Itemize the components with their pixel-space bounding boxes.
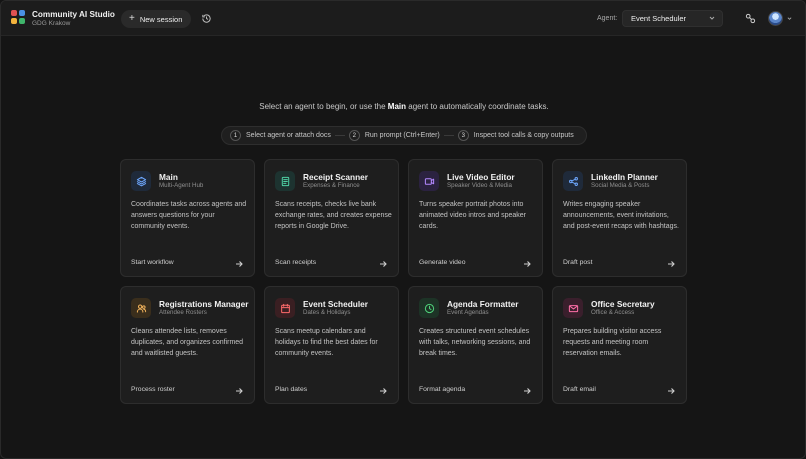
card-subtitle: Social Media & Posts <box>591 182 650 189</box>
app-title: Community AI Studio <box>32 10 115 19</box>
chevron-down-icon[interactable] <box>787 16 792 21</box>
card-action-label[interactable]: Scan receipts <box>275 259 316 266</box>
top-bar: Community AI Studio GDG Krakow + New ses… <box>1 1 805 36</box>
agent-card-main[interactable]: Main Multi-Agent Hub Coordinates tasks acr… <box>120 159 255 277</box>
card-title: Registrations Manager <box>159 299 249 309</box>
agent-select[interactable]: Event Scheduler <box>622 10 723 27</box>
step-divider <box>443 135 454 136</box>
card-action-label[interactable]: Start workflow <box>131 259 174 266</box>
agent-card-linkedin-planner[interactable]: LinkedIn Planner Social Media & Posts Writ… <box>552 159 687 277</box>
step-label: Select agent or attach docs <box>246 132 331 139</box>
step-divider <box>334 135 345 136</box>
step-number: 3 <box>457 130 469 141</box>
step-1: 1 Select agent or attach docs <box>230 130 331 141</box>
arrow-right-icon[interactable] <box>667 387 675 395</box>
card-title: Agenda Formatter <box>447 299 519 309</box>
steps-bar: 1 Select agent or attach docs 2 Run prom… <box>221 126 587 145</box>
users-icon <box>131 298 151 318</box>
card-action-label[interactable]: Draft post <box>563 259 592 266</box>
arrow-right-icon[interactable] <box>235 387 243 395</box>
card-description: Coordinates tasks across agents and answ… <box>131 201 247 230</box>
new-session-label: New session <box>139 14 183 24</box>
agent-card-event-scheduler[interactable]: Event Scheduler Dates & Holidays Scans mee… <box>264 286 399 404</box>
new-session-button[interactable]: + New session <box>121 10 192 28</box>
card-action-label[interactable]: Process roster <box>131 386 175 393</box>
clock-icon <box>419 298 439 318</box>
card-subtitle: Dates & Holidays <box>303 309 351 316</box>
card-action-label[interactable]: Format agenda <box>419 386 465 393</box>
share-icon <box>563 171 583 191</box>
card-action-label[interactable]: Plan dates <box>275 386 307 393</box>
layers-icon <box>131 171 151 191</box>
step-3: 3 Inspect tool calls & copy outputs <box>457 130 574 141</box>
intro-text: Select an agent to begin, or use the Mai… <box>1 102 805 111</box>
card-title: Office Secretary <box>591 299 655 309</box>
arrow-right-icon[interactable] <box>379 260 387 268</box>
card-title: Receipt Scanner <box>303 172 369 182</box>
card-subtitle: Multi-Agent Hub <box>159 182 204 189</box>
agent-label: Agent: <box>597 15 618 22</box>
card-action-label[interactable]: Draft email <box>563 386 596 393</box>
step-number: 2 <box>348 130 360 141</box>
arrow-right-icon[interactable] <box>523 387 531 395</box>
arrow-right-icon[interactable] <box>235 260 243 268</box>
agent-card-live-video-editor[interactable]: Live Video Editor Speaker Video & Media Tu… <box>408 159 543 277</box>
card-action-label[interactable]: Generate video <box>419 259 465 266</box>
card-description: Scans meetup calendars and holidays to f… <box>275 328 378 357</box>
arrow-right-icon[interactable] <box>379 387 387 395</box>
card-description: Prepares building visitor access request… <box>563 328 662 357</box>
plus-icon: + <box>129 13 135 24</box>
card-title: Event Scheduler <box>303 299 369 309</box>
avatar[interactable] <box>768 11 783 26</box>
step-number: 1 <box>230 130 241 141</box>
calendar-icon <box>275 298 295 318</box>
card-description: Creates structured event schedules with … <box>419 328 531 357</box>
arrow-right-icon[interactable] <box>523 260 531 268</box>
link-icon[interactable] <box>745 13 756 24</box>
card-title: Main <box>159 172 178 182</box>
card-description: Writes engaging speaker announcements, e… <box>563 201 679 230</box>
agent-card-receipt-scanner[interactable]: Receipt Scanner Expenses & Finance Scans r… <box>264 159 399 277</box>
card-title: LinkedIn Planner <box>591 172 658 182</box>
card-subtitle: Event Agendas <box>447 309 489 316</box>
step-label: Run prompt (Ctrl+Enter) <box>364 132 440 139</box>
agent-select-value: Event Scheduler <box>631 14 687 23</box>
card-description: Scans receipts, checks live bank exchang… <box>275 201 392 230</box>
agent-card-agenda-formatter[interactable]: Agenda Formatter Event Agendas Creates str… <box>408 286 543 404</box>
app-window: Community AI Studio GDG Krakow + New ses… <box>0 0 806 459</box>
app-logo <box>11 10 25 24</box>
intro-prefix: Select an agent to begin, or use the <box>259 102 388 111</box>
card-description: Turns speaker portrait photos into anima… <box>419 201 527 230</box>
card-subtitle: Office & Access <box>591 309 635 316</box>
receipt-icon <box>275 171 295 191</box>
chevron-down-icon <box>709 16 715 20</box>
card-subtitle: Attendee Rosters <box>159 309 207 316</box>
history-icon[interactable] <box>201 13 212 24</box>
card-subtitle: Expenses & Finance <box>303 182 360 189</box>
agent-card-office-secretary[interactable]: Office Secretary Office & Access Prepares … <box>552 286 687 404</box>
agent-card-registrations-manager[interactable]: Registrations Manager Attendee Rosters Cle… <box>120 286 255 404</box>
card-description: Cleans attendee lists, removes duplicate… <box>131 328 244 357</box>
video-icon <box>419 171 439 191</box>
intro-bold: Main <box>387 102 407 111</box>
mail-icon <box>563 298 583 318</box>
arrow-right-icon[interactable] <box>667 260 675 268</box>
intro-suffix: agent to automatically coordinate tasks. <box>406 102 549 111</box>
app-subtitle: GDG Krakow <box>32 20 71 27</box>
card-title: Live Video Editor <box>447 172 515 182</box>
card-subtitle: Speaker Video & Media <box>447 182 512 189</box>
step-label: Inspect tool calls & copy outputs <box>473 132 574 139</box>
step-2: 2 Run prompt (Ctrl+Enter) <box>348 130 440 141</box>
